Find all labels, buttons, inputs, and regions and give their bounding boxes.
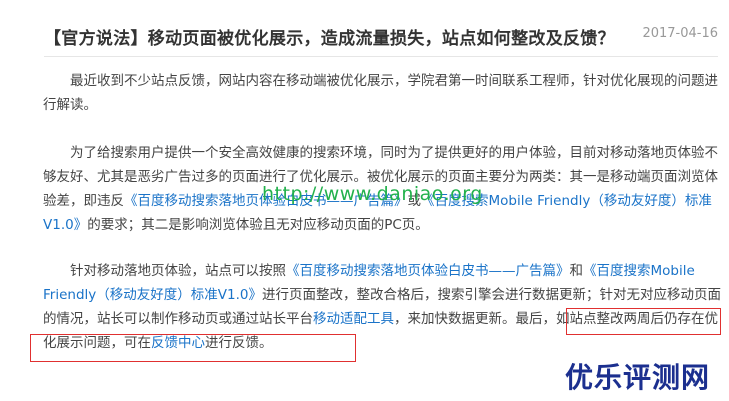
paragraph-solution-text-5: 进行反馈。 [205,335,273,351]
article-header: 【官方说法】移动页面被优化展示，造成流量损失，站点如何整改及反馈？ 2017-0… [44,20,718,57]
paragraph-solution: 针对移动落地页体验，站点可以按照《百度移动搜索落地页体验白皮书——广告篇》和《百… [43,259,723,355]
link-mobile-adapt-tool[interactable]: 移动适配工具 [313,311,394,327]
paragraph-background-text-3: 的要求；其二是影响浏览体验且无对应移动页面的PC页。 [87,217,429,233]
paragraph-intro: 最近收到不少站点反馈，网站内容在移动端被优化展示，学院君第一时间联系工程师，针对… [43,69,723,117]
paragraph-intro-text: 最近收到不少站点反馈，网站内容在移动端被优化展示，学院君第一时间联系工程师，针对… [43,73,718,113]
paragraph-background: 为了给搜索用户提供一个安全高效健康的搜索环境，同时为了提供更好的用户体验，目前对… [43,141,723,237]
watermark-brand-logo: 优乐评测网 [565,361,711,394]
link-feedback-center[interactable]: 反馈中心 [151,335,205,351]
article-date: 2017-04-16 [642,26,718,41]
paragraph-background-text-2: 或 [407,193,422,209]
link-ad-whitepaper-2[interactable]: 《百度移动搜索落地页体验白皮书——广告篇》 [286,263,570,279]
article-title: 【官方说法】移动页面被优化展示，造成流量损失，站点如何整改及反馈？ [44,29,615,49]
link-ad-whitepaper[interactable]: 《百度移动搜索落地页体验白皮书——广告篇》 [124,193,408,209]
paragraph-solution-text-2: 和 [569,263,584,279]
paragraph-solution-text-1: 针对移动落地页体验，站点可以按照 [70,263,286,279]
article: 【官方说法】移动页面被优化展示，造成流量损失，站点如何整改及反馈？ 2017-0… [0,0,729,401]
